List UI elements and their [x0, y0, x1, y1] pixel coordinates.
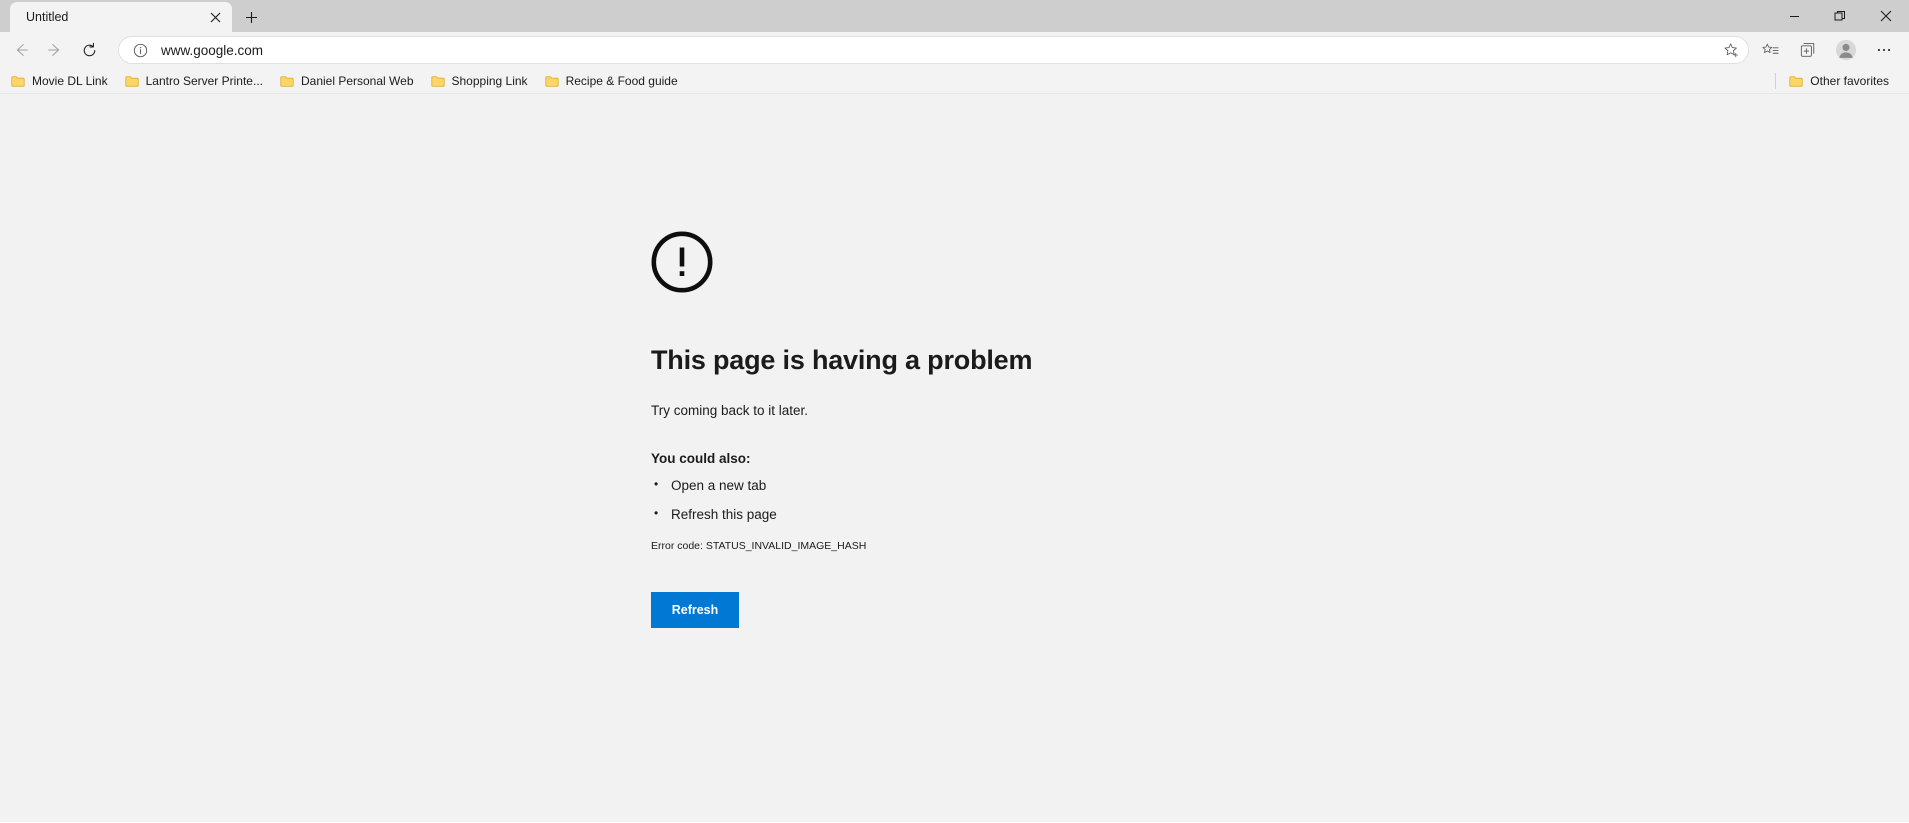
reload-button[interactable]	[72, 35, 106, 65]
restore-button[interactable]	[1817, 0, 1863, 32]
tab-title: Untitled	[26, 10, 69, 24]
collections-icon	[1762, 43, 1779, 54]
back-button[interactable]	[4, 35, 38, 65]
collections-button[interactable]	[1753, 35, 1787, 65]
refresh-button[interactable]: Refresh	[651, 592, 739, 628]
browser-tab[interactable]: Untitled	[10, 2, 232, 32]
close-tab-icon[interactable]	[204, 6, 226, 28]
restore-icon	[1834, 11, 1845, 21]
close-window-button[interactable]	[1863, 0, 1909, 32]
divider	[1775, 72, 1777, 89]
other-favorites-area: Other favorites	[1775, 70, 1901, 92]
favorites-bar: Movie DL Link Lantro Server Printe... Da…	[0, 68, 1909, 94]
other-favorites-button[interactable]: Other favorites	[1784, 70, 1897, 92]
split-screen-button[interactable]	[1791, 35, 1825, 65]
folder-icon	[1789, 75, 1803, 87]
bookmark-label: Daniel Personal Web	[300, 73, 414, 88]
bookmark-item[interactable]: Recipe & Food guide	[540, 70, 686, 92]
split-screen-icon	[1800, 43, 1815, 57]
minimize-icon	[1789, 15, 1799, 17]
folder-icon	[125, 75, 139, 87]
arrow-right-icon	[48, 44, 60, 56]
new-tab-button[interactable]	[236, 2, 266, 32]
url-input[interactable]	[161, 42, 1718, 58]
folder-icon	[280, 75, 294, 87]
page-content: This page is having a problem Try coming…	[0, 94, 1909, 822]
error-subtitle: Try coming back to it later.	[651, 403, 809, 418]
profile-avatar[interactable]	[1829, 35, 1863, 65]
suggestions-heading: You could also:	[651, 451, 751, 466]
folder-icon	[545, 75, 559, 87]
bookmark-item[interactable]: Shopping Link	[426, 70, 536, 92]
avatar-icon	[1835, 39, 1857, 61]
site-information-icon[interactable]	[129, 39, 151, 61]
bookmark-label: Shopping Link	[451, 73, 528, 88]
suggestions-list: Open a new tab Refresh this page	[651, 477, 1909, 522]
minimize-button[interactable]	[1771, 0, 1817, 32]
forward-button[interactable]	[38, 35, 72, 65]
plus-icon	[245, 11, 257, 23]
close-icon	[1880, 10, 1892, 22]
error-code: Error code: STATUS_INVALID_IMAGE_HASH	[651, 540, 867, 552]
exclamation-circle-icon	[651, 231, 1909, 298]
title-bar: Untitled	[0, 0, 1909, 32]
bookmark-item[interactable]: Movie DL Link	[6, 70, 116, 92]
bookmark-item[interactable]: Lantro Server Printe...	[120, 70, 271, 92]
page-title: This page is having a problem	[651, 345, 1033, 375]
arrow-left-icon	[16, 44, 28, 56]
bookmark-label: Recipe & Food guide	[565, 73, 678, 88]
folder-icon	[11, 75, 25, 87]
error-container: This page is having a problem Try coming…	[0, 94, 1909, 628]
other-favorites-label: Other favorites	[1810, 73, 1889, 88]
folder-icon	[430, 75, 445, 87]
address-bar[interactable]	[118, 36, 1749, 64]
add-favorite-icon[interactable]	[1718, 38, 1744, 62]
bookmark-label: Lantro Server Printe...	[145, 73, 263, 88]
browser-toolbar	[0, 32, 1909, 68]
window-controls	[1771, 0, 1909, 32]
bookmark-item[interactable]: Daniel Personal Web	[275, 70, 422, 92]
ellipsis-icon	[1877, 48, 1891, 52]
settings-and-more-button[interactable]	[1867, 35, 1901, 65]
list-item: Refresh this page	[651, 506, 1909, 522]
list-item: Open a new tab	[651, 477, 1909, 493]
refresh-icon	[83, 42, 95, 56]
bookmark-label: Movie DL Link	[32, 73, 108, 88]
